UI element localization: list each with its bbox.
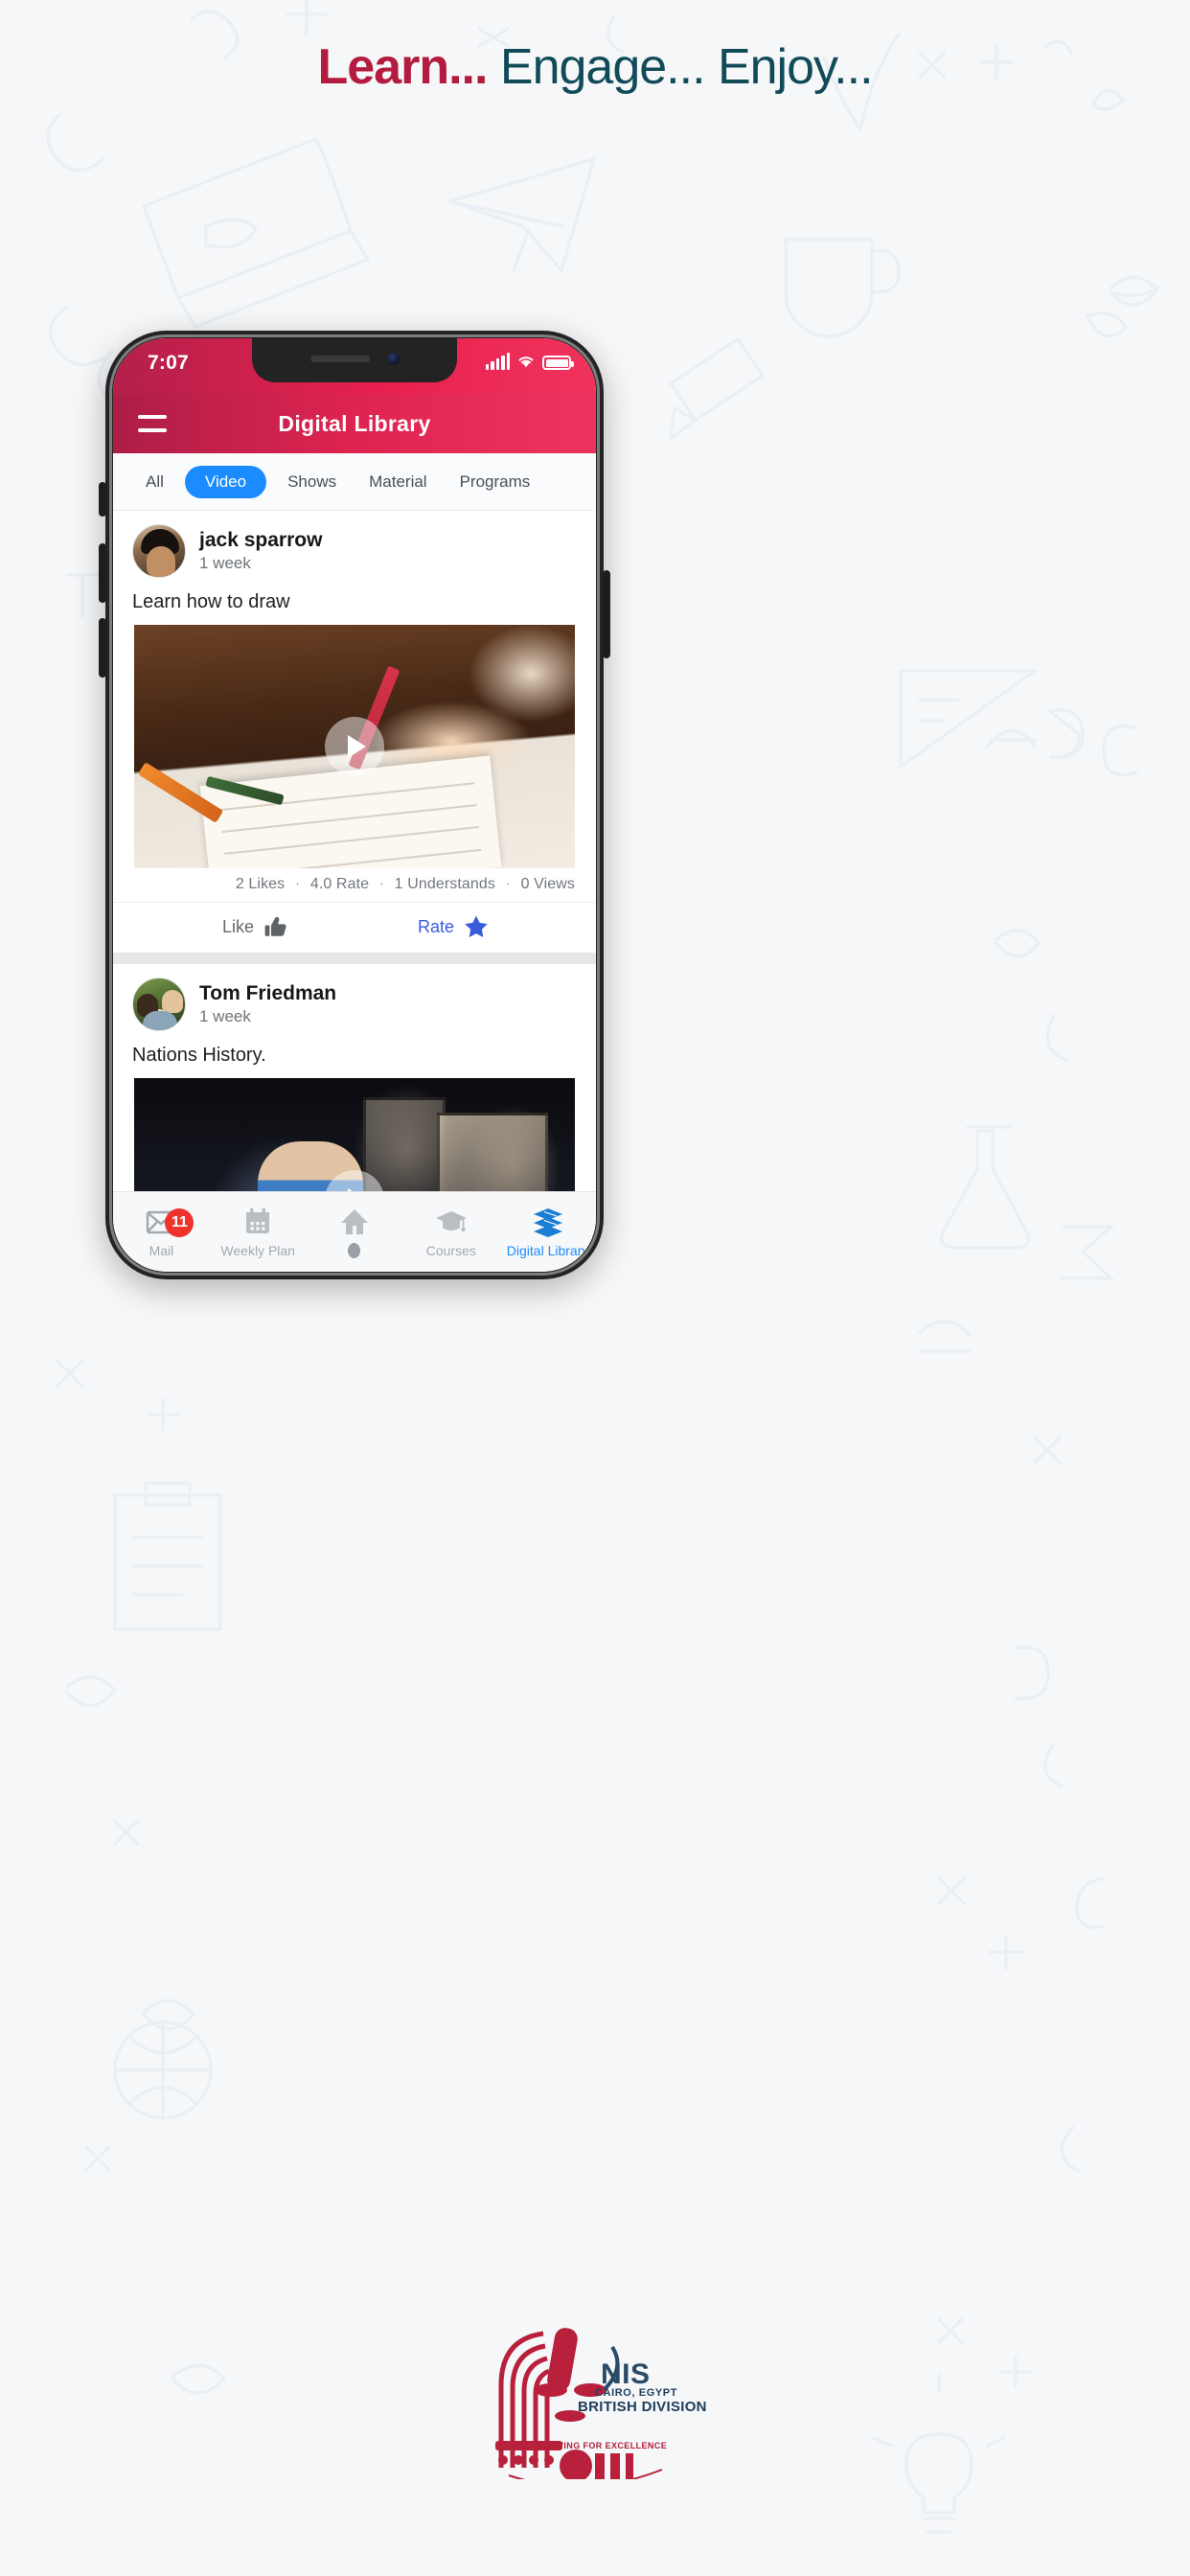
play-icon[interactable] (325, 717, 384, 776)
post-author-name: Tom Friedman (199, 982, 337, 1004)
post-caption: Nations History. (132, 1045, 266, 1066)
post-actions: Like Rate (113, 903, 596, 953)
earpiece-speaker (309, 355, 370, 362)
nav-label-digital-library: Digital Library (506, 1242, 589, 1258)
avatar[interactable] (132, 524, 186, 578)
post-timestamp: 1 week (199, 554, 251, 572)
avatar[interactable] (132, 978, 186, 1031)
school-logo: NIS CAIRO, EGYPT BRITISH DIVISION STRIVI… (451, 2297, 739, 2488)
nav-item-mail[interactable]: 11 Mail (113, 1207, 210, 1258)
headline-light: Engage... Enjoy... (487, 39, 874, 95)
mail-badge-count: 11 (165, 1208, 195, 1237)
post-header: jack sparrow 1 week (113, 511, 596, 587)
phone-volume-up-button[interactable] (99, 543, 106, 603)
stat-likes: 2 Likes (235, 876, 286, 892)
headline-bold: Learn... (317, 39, 488, 95)
status-bar-time: 7:07 (148, 352, 189, 374)
feed-post: Tom Friedman 1 week Nations History. e 1… (113, 964, 596, 1191)
rate-button[interactable]: Rate (418, 914, 489, 939)
feed-post: jack sparrow 1 week Learn how to draw 2 (113, 511, 596, 953)
phone-power-button[interactable] (603, 570, 610, 658)
phone-volume-down-button[interactable] (99, 618, 106, 678)
post-meta: Tom Friedman 1 week (199, 982, 336, 1026)
battery-full-icon (542, 356, 574, 370)
page-title: Digital Library (278, 410, 431, 436)
stat-separator: · (505, 876, 512, 892)
post-feed[interactable]: jack sparrow 1 week Learn how to draw 2 (113, 511, 596, 1191)
category-tab-strip: All Video Shows Material Programs (113, 453, 596, 511)
graduation-cap-icon (435, 1207, 468, 1237)
nav-item-digital-library[interactable]: Digital Library (499, 1207, 596, 1258)
bottom-navigation-bar: 11 Mail Weekly Plan Courses Digital Libr… (113, 1191, 596, 1272)
stat-rate: 4.0 Rate (309, 876, 370, 892)
home-icon (338, 1207, 371, 1237)
stat-separator: · (378, 876, 385, 892)
page-root: Learn... Engage... Enjoy... 7:07 Digital… (0, 0, 1190, 2576)
signal-bars-icon (485, 353, 510, 370)
home-active-dot (348, 1242, 361, 1258)
tab-shows[interactable]: Shows (276, 466, 348, 498)
status-bar-icons (485, 353, 574, 370)
phone-notch (252, 338, 457, 382)
post-meta: jack sparrow 1 week (199, 529, 322, 573)
nav-label-courses: Courses (425, 1242, 476, 1258)
post-header: Tom Friedman 1 week (113, 964, 596, 1041)
post-stats: 2 Likes · 4.0 Rate · 1 Understands · 0 V… (113, 868, 596, 903)
logo-name: NIS (601, 2358, 651, 2390)
background-portrait-graphic (363, 1097, 446, 1191)
nav-item-courses[interactable]: Courses (402, 1207, 499, 1258)
nav-item-weekly-plan[interactable]: Weekly Plan (210, 1207, 307, 1258)
nav-label-mail: Mail (149, 1242, 174, 1258)
nav-label-weekly-plan: Weekly Plan (220, 1242, 295, 1258)
front-camera-icon (386, 352, 400, 365)
status-bar: 7:07 (113, 338, 596, 394)
calendar-icon (241, 1207, 274, 1237)
thumbs-up-icon (263, 915, 288, 938)
tab-programs[interactable]: Programs (448, 466, 542, 498)
nav-item-home[interactable] (307, 1207, 403, 1258)
post-timestamp: 1 week (199, 1007, 251, 1025)
page-headline: Learn... Engage... Enjoy... (0, 38, 1190, 96)
phone-screen: 7:07 Digital Library All Video Shows Mat… (113, 338, 596, 1272)
tab-all[interactable]: All (134, 466, 175, 498)
like-button[interactable]: Like (222, 915, 288, 938)
app-header-bar: Digital Library (113, 394, 596, 453)
phone-mockup: 7:07 Digital Library All Video Shows Mat… (99, 331, 610, 1279)
books-icon (532, 1207, 564, 1237)
hamburger-menu-icon[interactable] (138, 415, 167, 432)
stat-separator: · (294, 876, 301, 892)
logo-city: CAIRO, EGYPT (595, 2387, 678, 2399)
post-author-name: jack sparrow (199, 529, 323, 551)
stat-views: 0 Views (520, 876, 575, 892)
logo-tagline: STRIVING FOR EXCELLENCE (536, 2441, 668, 2450)
wifi-icon (516, 353, 536, 370)
logo-division: BRITISH DIVISION (578, 2399, 707, 2415)
rate-button-label: Rate (417, 916, 454, 936)
video-thumbnail[interactable] (134, 625, 575, 868)
post-caption: Learn how to draw (132, 591, 290, 612)
stat-understands: 1 Understands (394, 876, 496, 892)
post-divider (113, 953, 596, 964)
like-button-label: Like (222, 916, 255, 936)
tab-material[interactable]: Material (357, 466, 438, 498)
background-portrait-graphic (437, 1112, 549, 1191)
video-thumbnail[interactable]: e 19 Age 47 (134, 1078, 575, 1191)
tab-video[interactable]: Video (184, 465, 267, 498)
phone-mute-button[interactable] (99, 482, 106, 517)
star-icon (464, 914, 489, 939)
